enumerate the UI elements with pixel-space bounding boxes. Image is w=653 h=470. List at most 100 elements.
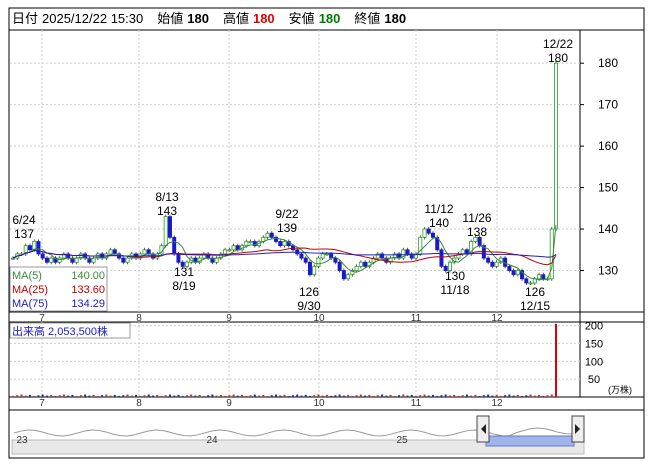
volume-bar	[436, 395, 439, 397]
volume-bar	[12, 395, 14, 397]
volume-bar	[270, 395, 273, 397]
month-tick-label: 12	[491, 313, 503, 324]
volume-bar	[79, 395, 82, 397]
annotation-price: 140	[429, 216, 449, 230]
month-tick-label: 10	[313, 313, 325, 324]
annotation-price: 138	[467, 225, 487, 239]
volume-tick-label: 150	[585, 338, 603, 350]
candle-body	[541, 274, 546, 280]
volume-bar	[37, 395, 40, 397]
candle-body	[142, 249, 147, 255]
candle-body	[125, 257, 130, 263]
volume-bar	[410, 394, 413, 397]
month-tick-label-volume: 9	[226, 398, 232, 409]
volume-bar	[402, 394, 405, 397]
volume-bar	[482, 395, 485, 397]
volume-bar	[325, 394, 328, 397]
volume-bar	[423, 394, 426, 397]
volume-bar	[508, 394, 511, 397]
candle-body	[44, 257, 49, 263]
candle-body	[363, 261, 368, 267]
candle-body	[554, 62, 559, 230]
price-tick-label: 140	[598, 222, 618, 236]
candle-body	[244, 241, 249, 247]
volume-bar	[499, 395, 502, 397]
volume-bar	[135, 394, 138, 397]
volume-bar	[164, 395, 167, 397]
candle-body	[299, 253, 304, 259]
volume-bar	[241, 394, 244, 397]
volume-bar	[139, 395, 142, 397]
volume-bar	[448, 395, 451, 397]
month-tick-label-volume: 12	[491, 398, 503, 409]
volume-bar	[105, 394, 108, 397]
price-tick-label: 170	[598, 98, 618, 112]
volume-bar	[546, 395, 549, 397]
volume-bar	[389, 394, 392, 397]
volume-title: 出来高 2,053,500株	[12, 324, 108, 338]
candle-body	[121, 257, 126, 263]
volume-bar	[84, 394, 87, 397]
volume-bar	[347, 394, 350, 397]
volume-bar	[419, 395, 422, 397]
volume-bar	[41, 394, 44, 397]
volume-tick-label: 100	[585, 356, 603, 368]
volume-bar	[228, 395, 231, 397]
month-tick-label: 9	[226, 313, 232, 324]
navigator-year-label: 24	[206, 435, 218, 446]
candle-body	[324, 253, 329, 256]
annotation-price: 131	[174, 265, 194, 279]
volume-bar	[465, 394, 468, 397]
candle-body	[528, 282, 533, 285]
volume-bar	[376, 395, 379, 397]
volume-bar	[470, 395, 473, 397]
candle-body	[146, 249, 151, 255]
volume-bar	[279, 395, 282, 397]
volume-bar	[474, 394, 477, 397]
volume-bar	[542, 395, 545, 397]
candle-body	[405, 249, 410, 255]
volume-bar	[58, 395, 61, 397]
volume-tick-label: 200	[585, 321, 603, 333]
volume-bar	[211, 394, 214, 397]
volume-bar	[168, 394, 171, 397]
stock-chart: 日付 2025/12/22 15:30 始値 180 高値 180 安値 180 終値 180 7…	[0, 0, 653, 470]
candle-body	[430, 232, 435, 238]
volume-bar	[398, 395, 401, 397]
annotation-price: 130	[445, 269, 465, 283]
annotation-date: 12/15	[520, 299, 550, 313]
volume-bar	[338, 394, 341, 397]
volume-bar	[219, 394, 222, 397]
volume-bar	[393, 395, 396, 397]
candle-body	[265, 232, 270, 238]
volume-bar	[533, 395, 536, 397]
volume-bar	[444, 394, 447, 397]
candle-body	[269, 232, 274, 238]
candle-body	[290, 245, 295, 251]
volume-bar	[24, 395, 27, 397]
candle-body	[333, 257, 338, 263]
volume-bar	[461, 395, 464, 397]
volume-bar	[232, 394, 235, 397]
volume-bar	[296, 394, 299, 397]
legend-name: MA(5)	[12, 270, 42, 282]
navigator-year-label: 25	[396, 435, 408, 446]
volume-bar	[16, 395, 19, 397]
volume-bar	[20, 394, 23, 397]
month-tick-label-volume: 8	[136, 398, 142, 409]
annotation-price: 126	[525, 285, 545, 299]
volume-bar	[50, 394, 53, 397]
volume-bar	[555, 323, 557, 397]
volume-bar	[415, 395, 418, 397]
volume-bar	[113, 394, 116, 397]
volume-bar	[516, 394, 519, 397]
volume-bar	[321, 395, 324, 397]
volume-bar	[96, 395, 99, 397]
volume-bar	[453, 394, 456, 397]
volume-bar	[300, 395, 303, 397]
volume-bar	[334, 395, 337, 397]
chart-svg: 7 7 8 8 9 9 10 10 11 11 12 12 130 140 150 160 170 180 50 10…	[8, 7, 645, 459]
volume-bar	[291, 395, 294, 397]
annotation-date: 8/19	[172, 279, 196, 293]
annotation-price: 143	[157, 204, 177, 218]
